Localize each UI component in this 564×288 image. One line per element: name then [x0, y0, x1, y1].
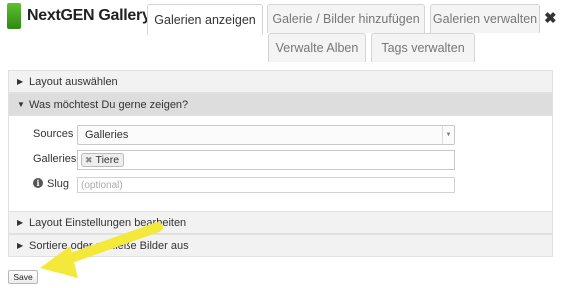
tab-label: Verwalte Alben — [275, 41, 359, 55]
tab-galerie-bilder-hinzufuegen[interactable]: Galerie / Bilder hinzufügen — [267, 4, 425, 33]
section-was-zeigen-body: Sources Galleries ▼ Galleries ✖ Tiere i … — [8, 116, 553, 211]
tab-galerien-verwalten[interactable]: Galerien verwalten — [430, 4, 540, 33]
chevron-right-icon: ▶ — [17, 77, 24, 86]
tab-verwalte-alben[interactable]: Verwalte Alben — [268, 33, 366, 62]
close-icon[interactable]: ✖ — [544, 9, 557, 27]
slug-input[interactable]: (optional) — [77, 177, 455, 193]
section-sortieren[interactable]: ▶ Sortiere oder schließe Bilder aus — [8, 234, 553, 257]
logo-icon — [7, 3, 21, 29]
section-layout-auswaehlen[interactable]: ▶ Layout auswählen — [8, 70, 553, 93]
tab-galerien-anzeigen[interactable]: Galerien anzeigen — [147, 4, 263, 35]
chevron-down-icon: ▼ — [442, 126, 454, 144]
tab-label: Galerie / Bilder hinzufügen — [272, 12, 420, 26]
chevron-right-icon: ▶ — [17, 241, 24, 250]
section-was-zeigen[interactable]: ▼ Was möchtest Du gerne zeigen? — [8, 93, 553, 116]
section-layout-einstellungen[interactable]: ▶ Layout Einstellungen bearbeiten — [8, 211, 553, 234]
logo-text: NextGEN Gallery — [27, 7, 151, 24]
tab-label: Galerien anzeigen — [154, 13, 256, 27]
logo: NextGEN Gallery — [7, 3, 151, 29]
sources-value: Galleries — [85, 129, 129, 141]
save-button[interactable]: Save — [8, 270, 38, 284]
gallery-chip[interactable]: ✖ Tiere — [81, 153, 125, 167]
slug-label: Slug — [47, 178, 70, 190]
info-icon[interactable]: i — [33, 178, 43, 188]
tab-tags-verwalten[interactable]: Tags verwalten — [371, 33, 475, 62]
galleries-label: Galleries — [33, 153, 77, 165]
section-label: Layout Einstellungen bearbeiten — [29, 216, 187, 229]
tab-label: Galerien verwalten — [432, 12, 538, 26]
sources-label: Sources — [33, 128, 74, 140]
remove-chip-icon[interactable]: ✖ — [85, 155, 93, 166]
galleries-multiselect[interactable]: ✖ Tiere — [77, 150, 455, 170]
gallery-chip-label: Tiere — [95, 154, 120, 166]
slug-placeholder: (optional) — [81, 179, 123, 191]
chevron-right-icon: ▶ — [17, 218, 24, 227]
tab-label: Tags verwalten — [381, 41, 465, 55]
section-label: Layout auswählen — [29, 75, 118, 88]
save-label: Save — [13, 272, 33, 282]
settings-accordion: ▶ Layout auswählen ▼ Was möchtest Du ger… — [8, 70, 553, 257]
chevron-down-icon: ▼ — [17, 100, 25, 109]
header: NextGEN Gallery Galerien anzeigen Galeri… — [0, 0, 564, 64]
sources-select[interactable]: Galleries ▼ — [77, 125, 455, 145]
section-label: Sortiere oder schließe Bilder aus — [29, 239, 189, 252]
section-label: Was möchtest Du gerne zeigen? — [29, 98, 189, 111]
